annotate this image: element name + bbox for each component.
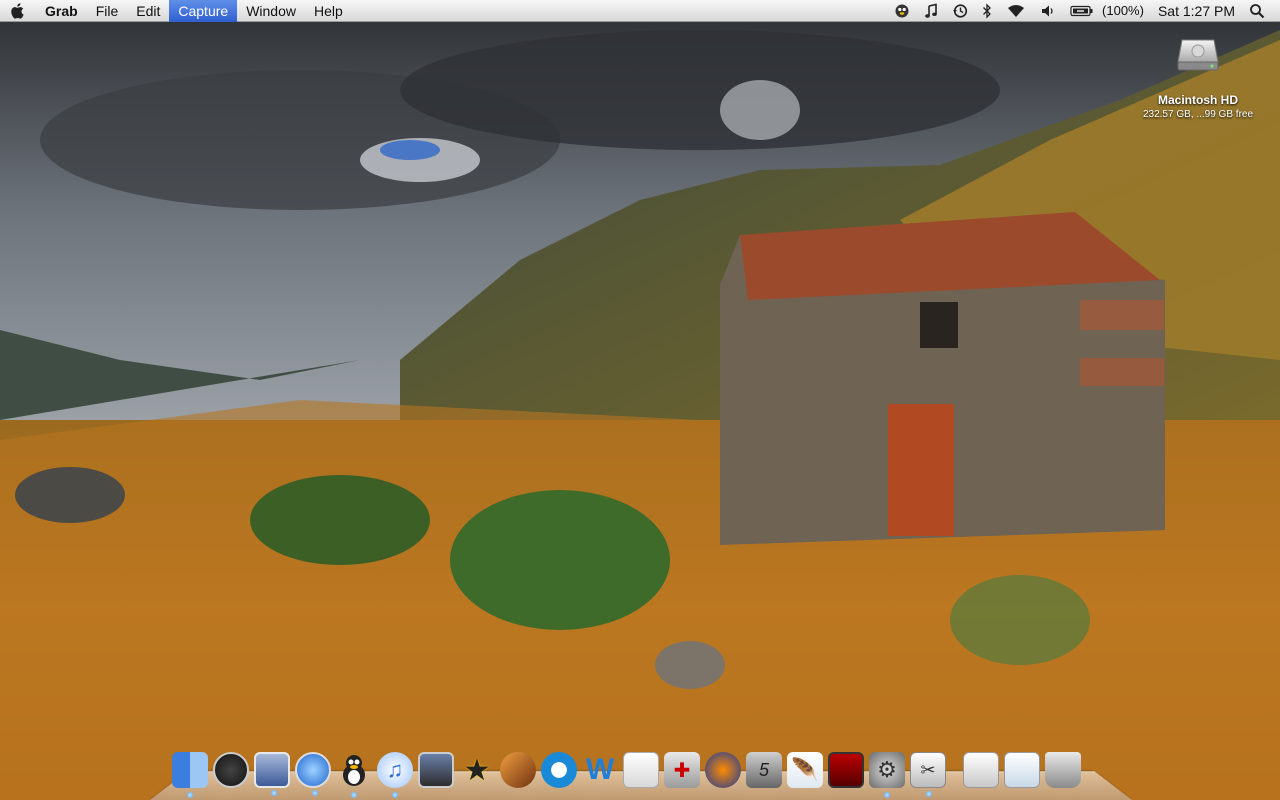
desktop-wallpaper: [0, 0, 1280, 800]
running-indicator: [351, 792, 357, 798]
music-status[interactable]: [917, 0, 945, 22]
running-indicator: [926, 791, 932, 797]
apple-icon: [10, 2, 26, 20]
bluetooth-status[interactable]: [975, 0, 999, 22]
battery-icon: [1070, 4, 1094, 18]
dock-microsoft-word[interactable]: W: [582, 752, 618, 788]
dock-itunes[interactable]: ♫: [377, 752, 413, 788]
app-menu-grab[interactable]: Grab: [36, 0, 87, 22]
menu-help[interactable]: Help: [305, 0, 352, 22]
menu-bar: Grab File Edit Capture Window Help (100%…: [0, 0, 1280, 22]
dock-trash[interactable]: [1045, 752, 1081, 788]
dock-audacity[interactable]: [705, 752, 741, 788]
dock-imovie[interactable]: ★: [459, 752, 495, 788]
running-indicator: [884, 792, 890, 798]
wifi-status[interactable]: [999, 0, 1033, 22]
dock-garageband[interactable]: [500, 752, 536, 788]
adium-status[interactable]: [887, 0, 917, 22]
time-machine-status[interactable]: [945, 0, 975, 22]
music-note-icon: [924, 3, 938, 19]
menu-file[interactable]: File: [87, 0, 128, 22]
feather-icon: 🪶: [791, 757, 818, 783]
adium-icon: [894, 3, 910, 19]
grab-scissors-icon: ✂: [920, 760, 935, 781]
dock-downloads-stack[interactable]: [1004, 752, 1040, 788]
menu-capture[interactable]: Capture: [169, 0, 237, 22]
wallpaper-landscape: [0, 0, 1280, 800]
dock: ♫ ★ W ✚ 5 🪶 ⚙ ✂: [150, 748, 1132, 800]
gear-icon: ⚙: [877, 757, 897, 783]
dock-safari[interactable]: [295, 752, 331, 788]
dock-activity-monitor[interactable]: [213, 752, 249, 788]
dock-feather-app[interactable]: 🪶: [787, 752, 823, 788]
volume-status[interactable]: [1033, 0, 1063, 22]
dock-photo-booth[interactable]: [828, 752, 864, 788]
dock-iphoto[interactable]: [418, 752, 454, 788]
running-indicator: [312, 790, 318, 796]
dock-documents-stack[interactable]: [963, 752, 999, 788]
hard-drive-icon: [1176, 32, 1220, 76]
logic-5-icon: 5: [759, 760, 769, 781]
volume-icon: [1040, 3, 1056, 19]
bluetooth-icon: [982, 3, 992, 19]
dock-finder[interactable]: [172, 752, 208, 788]
dock-mail[interactable]: [254, 752, 290, 788]
dock-adium[interactable]: [336, 752, 372, 788]
clock[interactable]: Sat 1:27 PM: [1151, 0, 1242, 22]
tool-icon: ✚: [674, 758, 691, 783]
dock-logic[interactable]: 5: [746, 752, 782, 788]
apple-menu[interactable]: [0, 0, 36, 22]
word-w-icon: W: [586, 753, 614, 787]
spotlight-icon: [1249, 3, 1265, 19]
menu-window[interactable]: Window: [237, 0, 305, 22]
running-indicator: [187, 792, 193, 798]
dock-system-preferences[interactable]: ⚙: [869, 752, 905, 788]
disk-free-space: 232.57 GB, ...99 GB free: [1128, 109, 1268, 120]
dock-tool-app[interactable]: ✚: [664, 752, 700, 788]
running-indicator: [392, 792, 398, 798]
dock-textedit[interactable]: [623, 752, 659, 788]
time-machine-icon: [952, 3, 968, 19]
dock-grab[interactable]: ✂: [910, 752, 946, 788]
menu-edit[interactable]: Edit: [127, 0, 169, 22]
itunes-note-icon: ♫: [387, 757, 404, 783]
macintosh-hd-icon[interactable]: Macintosh HD 232.57 GB, ...99 GB free: [1128, 32, 1268, 120]
disk-name: Macintosh HD: [1128, 93, 1268, 107]
spotlight-button[interactable]: [1242, 0, 1272, 22]
imovie-star-icon: ★: [464, 753, 491, 788]
battery-status[interactable]: (100%): [1063, 0, 1151, 22]
battery-percent: (100%): [1102, 3, 1144, 18]
dock-quicktime[interactable]: [541, 752, 577, 788]
running-indicator: [271, 790, 277, 796]
adium-duck-icon: [339, 753, 369, 787]
wifi-icon: [1006, 3, 1026, 19]
